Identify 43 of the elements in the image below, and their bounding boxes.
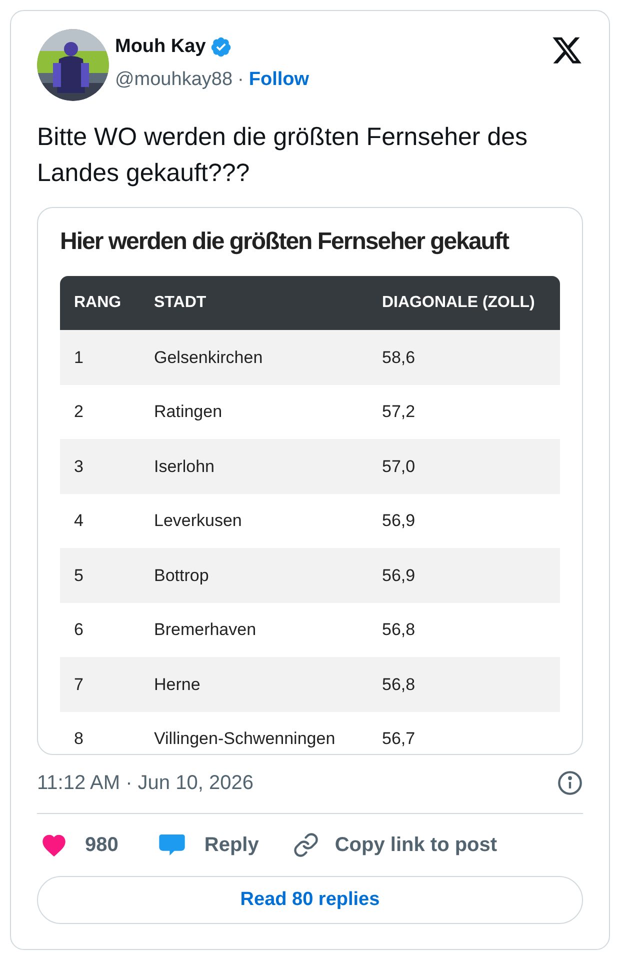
table-cell-text: 5 (74, 564, 84, 586)
link-icon[interactable] (292, 832, 319, 858)
table-cell-text: Villingen-Schwenningen (154, 728, 336, 750)
table-cell-text: Bottrop (154, 564, 210, 586)
table-cell-text: Iserlohn (154, 456, 216, 478)
separator-dot: · (238, 68, 244, 92)
table-cell-text: 58,6 (382, 346, 416, 368)
table-cell-text: 7 (74, 674, 84, 696)
table-cell-text: 56,8 (382, 619, 416, 641)
table-cell-text: 3 (74, 456, 84, 478)
info-icon[interactable] (557, 770, 583, 796)
reply-action[interactable]: Reply (204, 830, 259, 860)
like-count[interactable]: 980 (85, 830, 118, 860)
table-cell-text: Leverkusen (154, 510, 243, 532)
table-cell-text: 56,9 (382, 564, 416, 586)
table-cell-text: 1 (74, 346, 84, 368)
timestamp[interactable]: 11:12 AM · Jun 10, 2026 (37, 768, 254, 798)
table-cell-text: 56,9 (382, 510, 416, 532)
table-cell-text: 8 (74, 728, 84, 750)
table-cell-text: 57,0 (382, 456, 416, 478)
author-handle: @mouhkay88 (115, 68, 233, 92)
heart-icon[interactable] (41, 833, 67, 857)
table-cell-text: 6 (74, 619, 84, 641)
column-header: STADT (154, 293, 208, 313)
column-header: DIAGONALE (ZOLL) (382, 293, 536, 313)
speech-bubble-icon[interactable] (158, 832, 186, 858)
media-title: Hier werden die größten Fernseher gekauft (60, 227, 510, 257)
post-text: Bitte WO werden die größten Fernseher des Landes gekauft??? (37, 122, 529, 189)
table-cell-text: Bremerhaven (154, 619, 258, 641)
table-cell-text: 57,2 (382, 401, 416, 423)
table-cell-text: Herne (154, 674, 202, 696)
author-name: Mouh Kay (115, 35, 206, 59)
table-cell-text: 4 (74, 510, 84, 532)
media-image[interactable] (37, 207, 583, 755)
copy-link-action[interactable]: Copy link to post (334, 830, 498, 860)
table-cell-text: 56,8 (382, 674, 416, 696)
read-replies-button[interactable]: Read 80 replies (37, 876, 583, 924)
table-cell-text: Ratingen (154, 401, 224, 423)
table-cell-text: 2 (74, 401, 84, 423)
column-header: RANG (74, 293, 122, 313)
follow-link[interactable]: Follow (248, 66, 310, 94)
table-cell-text: Gelsenkirchen (154, 346, 264, 368)
table-cell-text: 56,7 (382, 728, 416, 750)
